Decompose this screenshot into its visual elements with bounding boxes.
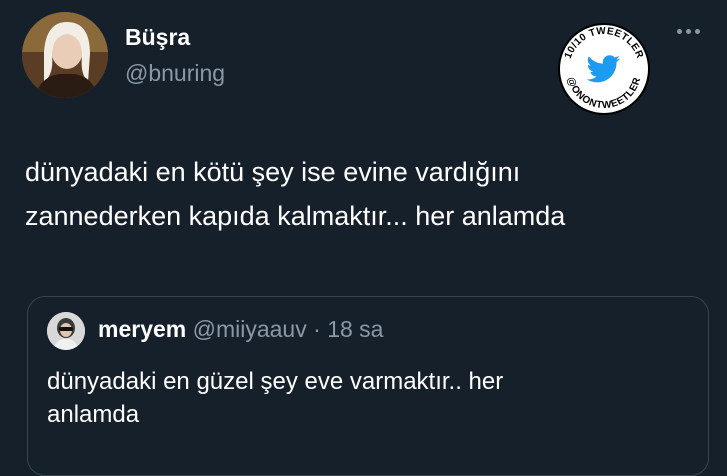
- tweet-text: dünyadaki en kötü şey ise evine vardığın…: [25, 150, 715, 238]
- author-display-name[interactable]: Büşra: [125, 24, 190, 51]
- quoted-author-avatar[interactable]: [47, 312, 85, 350]
- quoted-text-line2: anlamda: [47, 401, 140, 428]
- author-avatar[interactable]: [22, 12, 108, 98]
- quoted-header: meryem @miiyaauv · 18 sa: [98, 316, 383, 343]
- author-handle[interactable]: @bnuring: [125, 60, 225, 87]
- tweet-text-line2: zannederken kapıda kalmaktır... her anla…: [25, 201, 566, 231]
- tweet-text-line1: dünyadaki en kötü şey ise evine vardığın…: [25, 157, 521, 187]
- quoted-handle[interactable]: @miiyaauv: [193, 316, 307, 342]
- quoted-timestamp[interactable]: 18 sa: [327, 316, 383, 342]
- quoted-avatar-image: [47, 312, 85, 350]
- author-avatar-image: [22, 12, 108, 98]
- watermark-logo: 10/10 TWEETLER @ONONTWEETLER: [557, 22, 651, 116]
- quoted-text-line1: dünyadaki en güzel şey eve varmaktır.. h…: [47, 368, 504, 395]
- quoted-tweet-text: dünyadaki en güzel şey eve varmaktır.. h…: [47, 365, 687, 431]
- quoted-tweet-card[interactable]: meryem @miiyaauv · 18 sa dünyadaki en gü…: [27, 296, 709, 476]
- quoted-display-name[interactable]: meryem: [98, 316, 186, 342]
- more-horizontal-icon[interactable]: [677, 26, 707, 36]
- quoted-separator: ·: [313, 316, 321, 342]
